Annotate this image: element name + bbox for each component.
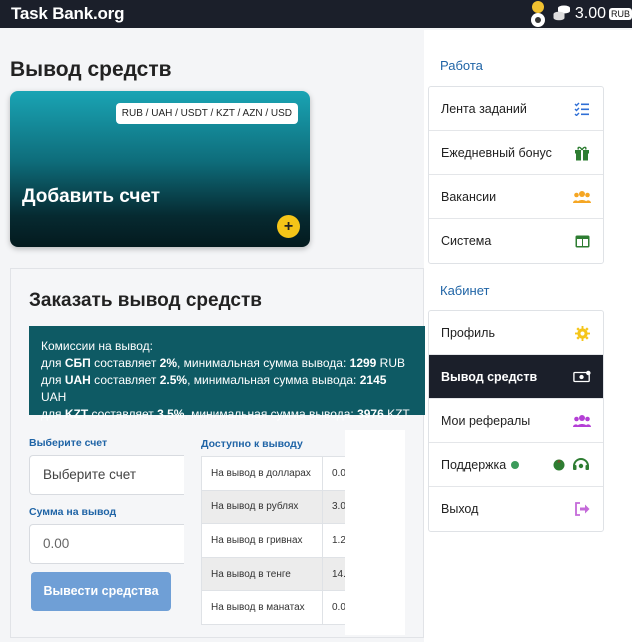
sidebar-item-system[interactable]: Система — [429, 219, 603, 263]
money-icon — [573, 369, 591, 385]
balance-value: 3.00 — [574, 5, 606, 22]
work-nav: Лента заданий Ежедневный бонус Вакансии … — [428, 86, 604, 264]
online-status-dot — [511, 460, 520, 469]
theme-toggle[interactable] — [530, 1, 545, 27]
headset-icon — [551, 457, 591, 473]
header-balance-area: 3.00 RUB — [530, 0, 632, 28]
commission-line: для СБП составляет 2%, минимальная сумма… — [41, 356, 406, 370]
add-account-button[interactable]: + — [277, 215, 300, 238]
select-account-label: Выберите счет — [29, 437, 108, 449]
available-label: Доступно к выводу — [201, 438, 303, 450]
amount-input[interactable]: 0.00 — [29, 524, 184, 564]
amount-label: Сумма на вывод — [29, 506, 117, 518]
commission-heading: Комиссии на вывод: — [41, 339, 153, 353]
sun-icon — [531, 1, 544, 13]
sidebar-item-support[interactable]: Поддержка — [429, 443, 603, 487]
add-account-title: Добавить счет — [22, 186, 161, 207]
add-account-card: RUB / UAH / USDT / KZT / AZN / USD Добав… — [10, 91, 310, 247]
logout-icon — [573, 501, 591, 517]
gear-icon — [573, 325, 591, 341]
page-title: Вывод средств — [10, 58, 172, 81]
layout-icon — [573, 233, 591, 249]
users-icon — [573, 189, 591, 205]
work-heading: Работа — [440, 58, 483, 73]
brand-logo[interactable]: Task Bank.org — [11, 4, 124, 24]
currencies-pill: RUB / UAH / USDT / KZT / AZN / USD — [115, 103, 298, 124]
scroll-overlay — [345, 430, 405, 635]
gift-icon — [573, 145, 591, 161]
sidebar-item-daily-bonus[interactable]: Ежедневный бонус — [429, 131, 603, 175]
toggle-knob-icon — [530, 13, 545, 27]
coins-icon — [553, 5, 571, 24]
sidebar-item-logout[interactable]: Выход — [429, 487, 603, 531]
withdraw-button[interactable]: Вывести средства — [31, 572, 171, 611]
sidebar-item-profile[interactable]: Профиль — [429, 311, 603, 355]
sidebar-item-task-feed[interactable]: Лента заданий — [429, 87, 603, 131]
commission-info: Комиссии на вывод: для СБП составляет 2%… — [29, 326, 425, 421]
sidebar-item-withdraw[interactable]: Вывод средств — [429, 355, 603, 399]
select-account-dropdown[interactable]: Выберите счет — [29, 455, 184, 495]
order-title: Заказать вывод средств — [29, 290, 262, 311]
referrals-icon — [573, 413, 591, 429]
sidebar-item-vacancies[interactable]: Вакансии — [429, 175, 603, 219]
sidebar-item-referrals[interactable]: Мои рефералы — [429, 399, 603, 443]
cabinet-heading: Кабинет — [440, 283, 490, 298]
commission-line: для KZT составляет 3.5%, минимальная сум… — [41, 407, 410, 421]
commission-line: для UAH составляет 2.5%, минимальная сум… — [41, 373, 387, 404]
list-check-icon — [573, 101, 591, 117]
top-bar: Task Bank.org 3.00 RUB — [0, 0, 632, 28]
currency-badge[interactable]: RUB — [608, 8, 632, 20]
cabinet-nav: Профиль Вывод средств Мои рефералы Подде… — [428, 310, 604, 532]
